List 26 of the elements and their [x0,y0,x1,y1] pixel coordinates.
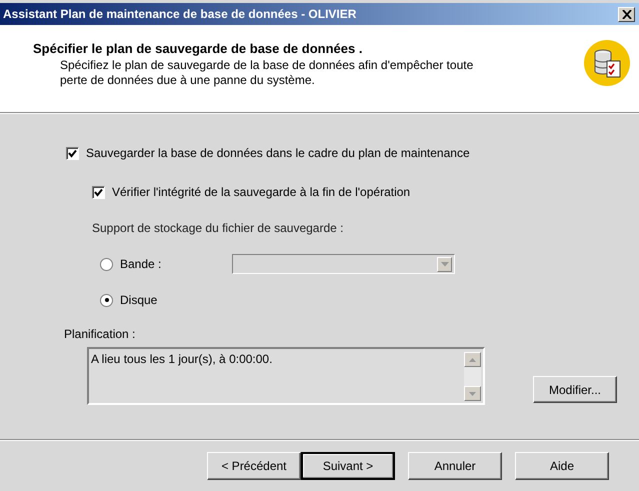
close-icon [622,10,632,18]
radio-button[interactable] [100,294,113,306]
modify-button[interactable]: Modifier... [533,376,617,403]
window-title: Assistant Plan de maintenance de base de données - OLIVIER [3,7,356,21]
scrollbar[interactable] [464,352,481,401]
radio-label: Bande : [120,257,162,271]
database-checklist-icon [583,39,631,87]
page-description: Spécifiez le plan de sauvegarde de la base de données afin d'empêcher toute perte de données due à une panne du système. [59,58,474,88]
scroll-down-icon[interactable] [464,386,481,401]
radio-button[interactable] [100,258,113,270]
checkbox-label: Sauvegarder la base de données dans le cadre du plan de maintenance [86,146,470,160]
checkbox[interactable] [66,146,79,160]
schedule-text: A lieu tous les 1 jour(s), à 0:00:00. [91,352,272,368]
checkbox-label: Vérifier l'intégrité de la sauvegarde à la fin de l'opération [112,185,410,199]
radio-label: Disque [120,293,158,307]
storage-label: Support de stockage du fichier de sauvegarde : [91,221,344,237]
page-heading: Spécifier le plan de sauvegarde de base de données . [33,41,364,56]
wizard-button[interactable]: Suivant > [301,452,395,480]
close-button[interactable] [618,6,635,22]
wizard-button[interactable]: Annuler [408,452,502,480]
schedule-text-box[interactable]: A lieu tous les 1 jour(s), à 0:00:00. [87,347,485,405]
wizard-button[interactable]: < Précédent [207,452,301,480]
schedule-label: Planification : [63,327,136,343]
scroll-up-icon[interactable] [464,352,481,367]
wizard-button[interactable]: Aide [515,452,609,480]
checkbox[interactable] [92,186,105,198]
